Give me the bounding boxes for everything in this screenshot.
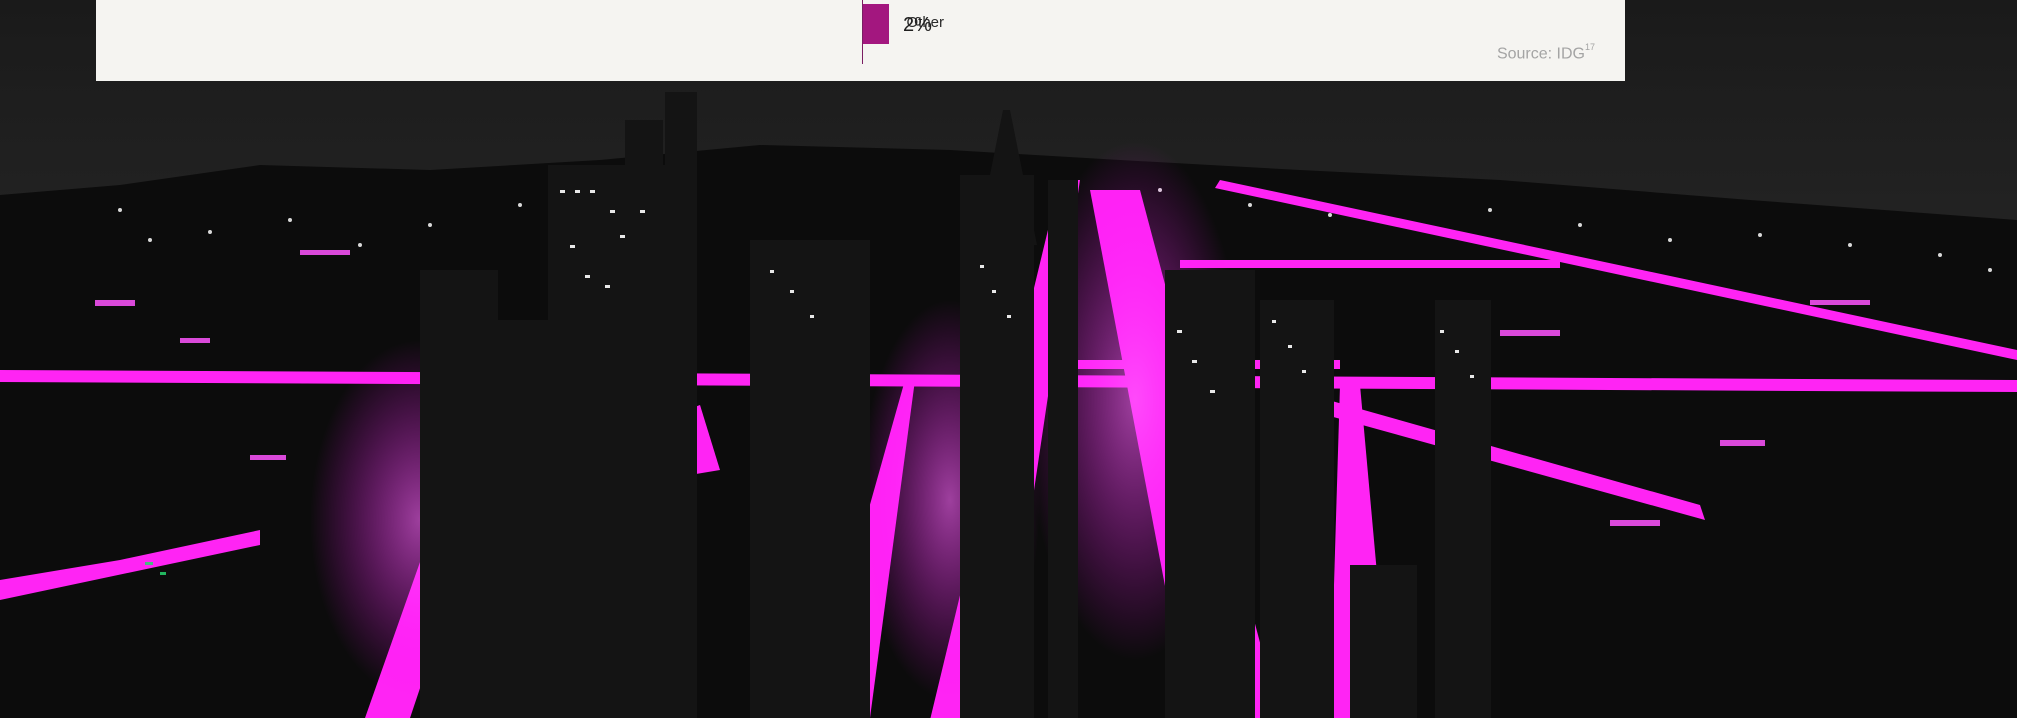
footnote-ref: 17	[1584, 42, 1595, 52]
source-note: Source: IDG17	[1496, 42, 1595, 63]
source-text: Source: IDG	[1496, 45, 1585, 63]
bar-other	[863, 4, 889, 44]
page: Other 2% Source: IDG17	[0, 0, 2017, 718]
city-night-photo	[0, 0, 2017, 718]
chart-card: Other 2% Source: IDG17	[96, 0, 1625, 81]
bar-value-label: 2%	[903, 14, 932, 36]
